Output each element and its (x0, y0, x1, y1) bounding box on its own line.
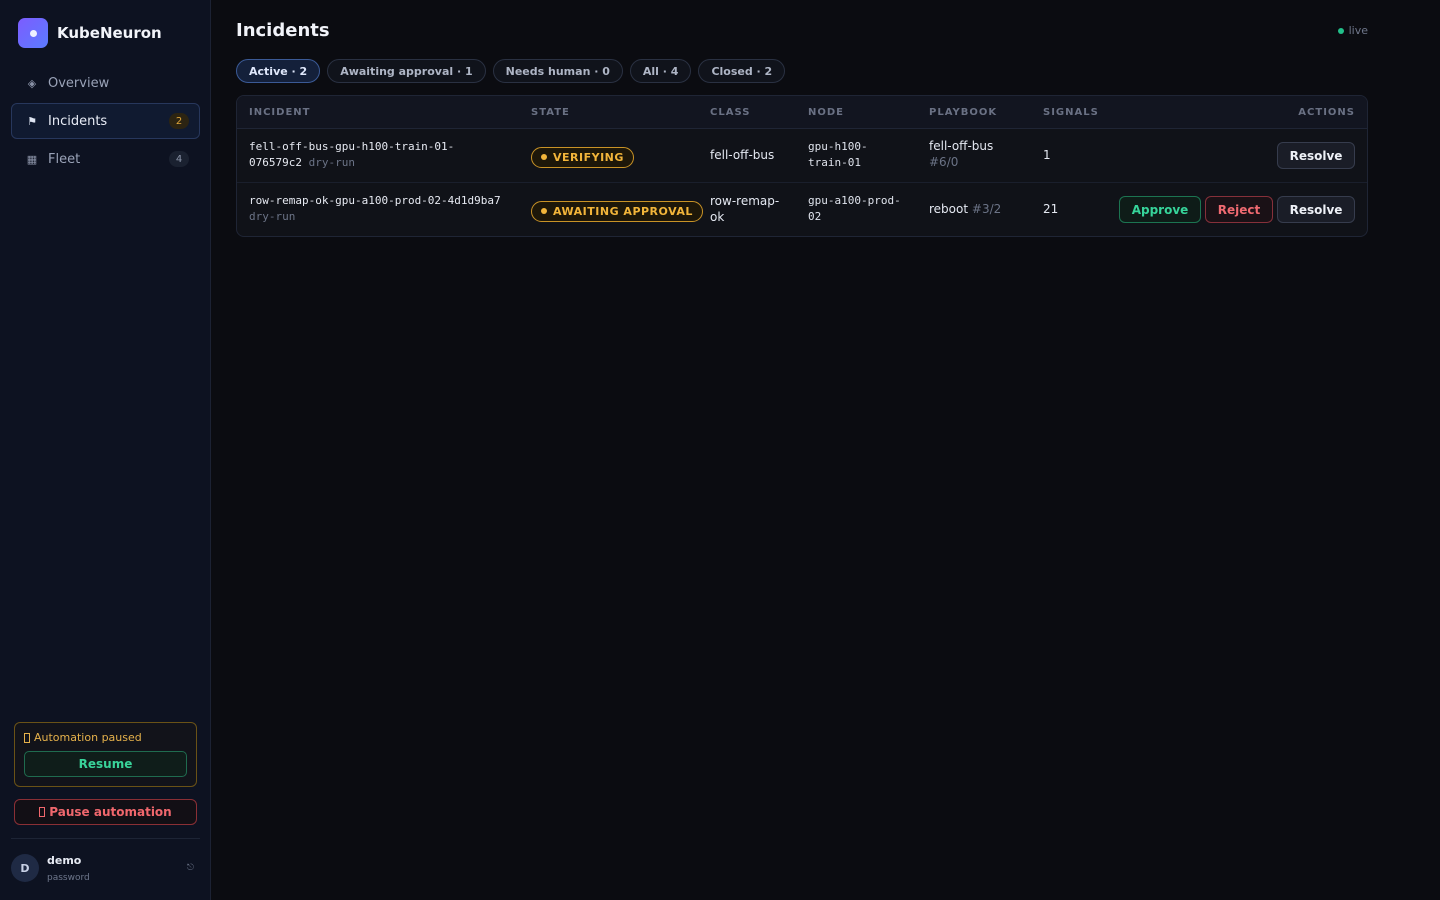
state-badge: AWAITING APPROVAL (531, 200, 703, 222)
incident-id-line: row-remap-ok-gpu-a100-prod-02-4d1d9ba7 (249, 194, 501, 207)
node-cell: gpu-h100- train-01 (808, 139, 868, 171)
automation-paused-status: Automation paused (24, 731, 187, 744)
node-name-line: 02 (808, 210, 822, 223)
playbook-cell: reboot #3/2 (929, 201, 1001, 217)
approve-button[interactable]: Approve (1119, 196, 1201, 223)
sidebar-item-incidents[interactable]: ⚑ Incidents 2 (11, 103, 200, 139)
automation-paused-banner: Automation paused Resume (14, 722, 197, 787)
playbook-cell: fell-off-bus #6/0 (929, 138, 993, 170)
incident-id-suffix: 076579c2 (249, 156, 302, 169)
column-header-node: NODE (808, 107, 845, 118)
sidebar-item-label: Incidents (48, 113, 108, 129)
page-title: Incidents (236, 20, 330, 41)
incident-id-line: 076579c2 dry-run (249, 155, 519, 171)
sidebar-item-label: Fleet (48, 151, 81, 167)
user-info: demo password (47, 854, 187, 883)
class-name-line: ok (710, 210, 725, 224)
table-row[interactable]: fell-off-bus-gpu-h100-train-01- 076579c2… (237, 129, 1367, 183)
filter-all[interactable]: All · 4 (629, 59, 692, 83)
state-dot-icon (541, 154, 547, 160)
state-label: VERIFYING (553, 150, 624, 164)
fleet-count-badge: 4 (169, 151, 189, 167)
column-header-signals: SIGNALS (1043, 107, 1099, 118)
state-dot-icon (541, 208, 547, 214)
table-row[interactable]: row-remap-ok-gpu-a100-prod-02-4d1d9ba7 d… (237, 183, 1367, 236)
resolve-button[interactable]: Resolve (1277, 196, 1355, 223)
incident-id[interactable]: fell-off-bus-gpu-h100-train-01- 076579c2… (249, 139, 519, 171)
incident-id[interactable]: row-remap-ok-gpu-a100-prod-02-4d1d9ba7 d… (249, 193, 519, 225)
playbook-step: #3/2 (971, 202, 1002, 216)
dry-run-tag: dry-run (308, 156, 355, 169)
node-name-line: gpu-h100- (808, 140, 868, 153)
table-header: INCIDENT STATE CLASS NODE PLAYBOOK SIGNA… (237, 96, 1367, 129)
resume-button[interactable]: Resume (24, 751, 187, 777)
brand[interactable]: KubeNeuron (18, 18, 162, 48)
stop-icon (39, 807, 46, 817)
live-indicator: live (1337, 24, 1368, 37)
live-dot-icon (1337, 27, 1344, 34)
automation-paused-text: Automation paused (34, 731, 142, 744)
user-menu[interactable]: D demo password ⎋ (11, 851, 200, 885)
filter-closed[interactable]: Closed · 2 (698, 59, 786, 83)
node-name-line: gpu-a100-prod- (808, 194, 901, 207)
sidebar-nav: ◈ Overview ⚑ Incidents 2 ▦ Fleet 4 (11, 65, 200, 179)
sidebar-item-overview[interactable]: ◈ Overview (11, 65, 200, 101)
signals-count: 1 (1043, 148, 1051, 162)
sidebar-item-label: Overview (48, 75, 110, 91)
pause-automation-label: Pause automation (49, 805, 172, 819)
filter-needs-human[interactable]: Needs human · 0 (492, 59, 623, 83)
class-name-line: row-remap- (710, 194, 780, 208)
node-cell: gpu-a100-prod- 02 (808, 193, 901, 225)
avatar: D (11, 854, 39, 882)
flag-icon: ⚑ (27, 114, 37, 128)
resolve-button[interactable]: Resolve (1277, 142, 1355, 169)
class-cell: row-remap- ok (710, 193, 779, 225)
signals-count: 21 (1043, 202, 1059, 216)
brand-logo-icon (18, 18, 48, 48)
incidents-count-badge: 2 (169, 113, 189, 129)
user-name: demo (47, 853, 82, 867)
filter-active[interactable]: Active · 2 (236, 59, 321, 83)
state-cell: VERIFYING (531, 145, 634, 168)
playbook-name: fell-off-bus (929, 139, 994, 153)
sidebar-divider (11, 838, 200, 839)
incidents-table: INCIDENT STATE CLASS NODE PLAYBOOK SIGNA… (236, 95, 1368, 237)
state-label: AWAITING APPROVAL (553, 204, 693, 218)
pause-automation-button[interactable]: Pause automation (14, 799, 197, 825)
reject-button[interactable]: Reject (1205, 196, 1273, 223)
column-header-incident: INCIDENT (249, 107, 311, 118)
column-header-actions: ACTIONS (1298, 107, 1355, 118)
incident-id-line: fell-off-bus-gpu-h100-train-01- (249, 140, 455, 153)
state-cell: AWAITING APPROVAL (531, 199, 703, 222)
pause-icon (24, 732, 30, 743)
sidebar-item-fleet[interactable]: ▦ Fleet 4 (11, 141, 200, 177)
brand-name: KubeNeuron (57, 24, 162, 42)
logout-icon[interactable]: ⎋ (187, 863, 194, 873)
live-label: live (1348, 24, 1368, 37)
sidebar: KubeNeuron ◈ Overview ⚑ Incidents 2 ▦ Fl… (0, 0, 211, 900)
node-name-line: train-01 (808, 156, 861, 169)
playbook-name: reboot (929, 202, 969, 216)
column-header-state: STATE (531, 107, 570, 118)
filter-tabs: Active · 2 Awaiting approval · 1 Needs h… (236, 59, 786, 83)
column-header-playbook: PLAYBOOK (929, 107, 998, 118)
class-cell: fell-off-bus (710, 148, 775, 162)
state-badge: VERIFYING (531, 146, 634, 168)
column-header-class: CLASS (710, 107, 751, 118)
dry-run-tag: dry-run (249, 210, 296, 223)
filter-awaiting-approval[interactable]: Awaiting approval · 1 (327, 59, 486, 83)
grid-icon: ▦ (26, 152, 38, 166)
overview-icon: ◈ (27, 76, 37, 90)
user-auth-method: password (47, 872, 90, 883)
playbook-step: #6/0 (929, 155, 959, 169)
